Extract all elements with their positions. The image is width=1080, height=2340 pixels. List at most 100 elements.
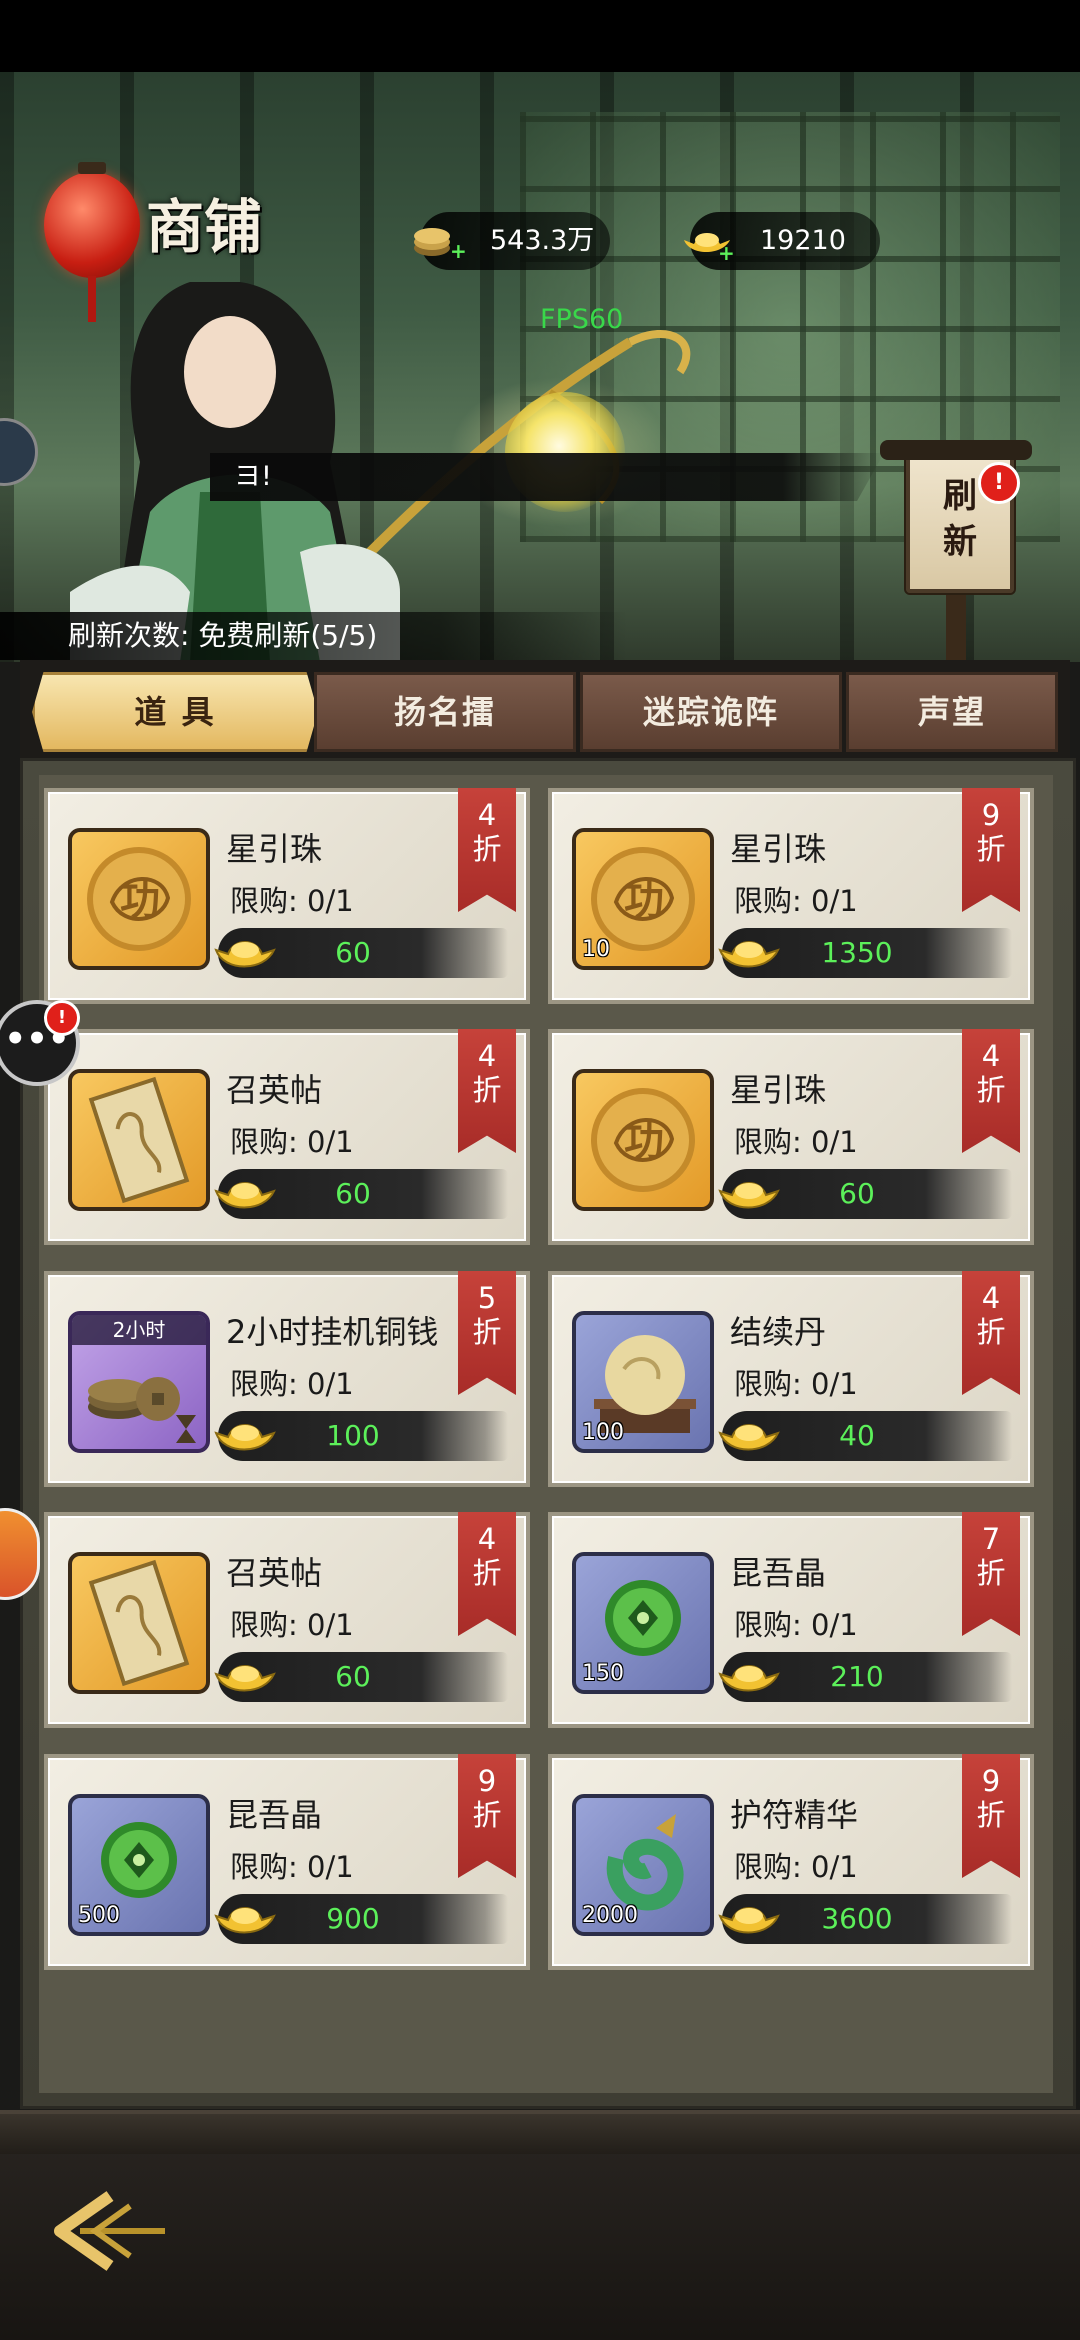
shop-item-card[interactable]: 100 结续丹 限购: 0/1 40 4 折 [548, 1271, 1034, 1487]
item-icon-frame[interactable]: 2小时 [68, 1311, 210, 1453]
gold-ingot-icon [718, 1424, 780, 1451]
discount-unit: 折 [976, 1073, 1006, 1107]
svg-text:功: 功 [624, 1119, 664, 1165]
discount-value: 7 [981, 1522, 1001, 1556]
shop-title: 商铺 [146, 193, 263, 261]
star-bead-icon: 功 [87, 847, 191, 951]
buy-price-button[interactable]: 60 [214, 1169, 508, 1219]
discount-unit: 折 [472, 1798, 502, 1832]
item-name: 昆吾晶 [226, 1796, 323, 1834]
back-arrow-icon[interactable] [50, 2186, 170, 2276]
item-name: 星引珠 [730, 1071, 827, 1109]
refresh-count: 刷新次数: 免费刷新(5/5) [0, 612, 628, 660]
sign-roof [880, 440, 1032, 460]
discount-ribbon: 9折 [458, 1754, 516, 1878]
svg-text:+: + [718, 241, 735, 262]
discount-unit: 折 [976, 832, 1006, 866]
discount-unit: 折 [472, 1315, 502, 1349]
buy-price-button[interactable]: 60 [214, 928, 508, 978]
discount-ribbon: 9折 [962, 1754, 1020, 1878]
item-icon-frame[interactable]: 100 [572, 1311, 714, 1453]
item-quantity: 10 [582, 937, 610, 962]
item-price: 210 [830, 1660, 884, 1693]
item-name: 星引珠 [226, 830, 323, 868]
tab-maze[interactable]: 迷踪诡阵 [580, 672, 842, 752]
buy-price-button[interactable]: 100 [214, 1411, 508, 1461]
item-quantity: 150 [582, 1661, 624, 1686]
buy-price-button[interactable]: 60 [718, 1169, 1012, 1219]
purchase-limit: 限购: 0/1 [230, 1367, 354, 1401]
status-bar [0, 0, 1080, 72]
shop-item-card[interactable]: 150 昆吾晶限购: 0/1 210 7 折 [548, 1512, 1034, 1728]
item-name: 护符精华 [730, 1796, 859, 1834]
sign-post [946, 590, 966, 664]
item-price: 40 [839, 1419, 875, 1452]
item-icon-frame[interactable]: 500 [68, 1794, 210, 1936]
shop-item-card[interactable]: 功 星引珠 限购: 0/1 60 4 折 [548, 1029, 1034, 1245]
item-icon-frame[interactable]: 功 [68, 828, 210, 970]
refresh-alert-badge: ! [978, 462, 1020, 504]
item-icon-frame[interactable] [68, 1552, 210, 1694]
discount-value: 9 [981, 1764, 1001, 1798]
purchase-limit: 限购: 0/1 [734, 1125, 858, 1159]
item-icon-frame[interactable]: 功 [572, 1069, 714, 1211]
item-price: 1350 [821, 936, 893, 969]
discount-value: 4 [477, 1039, 497, 1073]
discount-ribbon: 4折 [458, 1029, 516, 1153]
tab-items[interactable]: 道 具 [32, 672, 318, 752]
buy-price-button[interactable]: 1350 [718, 928, 1012, 978]
item-price: 100 [326, 1419, 380, 1452]
purchase-limit: 限购: 0/1 [734, 1608, 858, 1642]
item-icon-frame[interactable]: 2000 [572, 1794, 714, 1936]
item-price: 60 [839, 1177, 875, 1210]
item-name: 召英帖 [226, 1071, 323, 1109]
svg-text:+: + [450, 239, 466, 262]
shop-item-card[interactable]: 功 星引珠限购: 0/1 60 4 折 [44, 788, 530, 1004]
purchase-limit: 限购: 0/1 [230, 1125, 354, 1159]
shop-item-card[interactable]: 2小时 2小时挂机铜钱 限购: 0/1 100 5 折 [44, 1271, 530, 1487]
discount-unit: 折 [976, 1798, 1006, 1832]
buy-price-button[interactable]: 60 [214, 1652, 508, 1702]
discount-ribbon: 4折 [962, 1271, 1020, 1395]
item-price: 60 [335, 1660, 371, 1693]
ingot-balance[interactable]: + 19210 [684, 212, 880, 270]
item-price: 60 [335, 936, 371, 969]
gold-ingot-icon [214, 1665, 276, 1692]
discount-value: 5 [477, 1281, 497, 1315]
npc-speech-bubble: ヨ! [210, 453, 884, 501]
buy-price-button[interactable]: 210 [718, 1652, 1012, 1702]
item-price: 60 [335, 1177, 371, 1210]
item-name: 昆吾晶 [730, 1554, 827, 1592]
purchase-limit: 限购: 0/1 [734, 1850, 858, 1884]
buy-price-button[interactable]: 40 [718, 1411, 1012, 1461]
discount-unit: 折 [976, 1556, 1006, 1590]
gold-ingot-icon [214, 1424, 276, 1451]
gold-ingot-icon [718, 941, 780, 968]
shop-item-card[interactable]: 500 昆吾晶 限购: 0/1 900 9 折 [44, 1754, 530, 1970]
coin-balance[interactable]: + 543.3万 [414, 212, 610, 270]
purchase-limit: 限购: 0/1 [230, 1608, 354, 1642]
item-icon-frame[interactable]: 功 10 [572, 828, 714, 970]
svg-text:功: 功 [120, 878, 160, 924]
item-name: 召英帖 [226, 1554, 323, 1592]
shop-item-card[interactable]: 召英帖限购: 0/1 60 4 折 [44, 1512, 530, 1728]
discount-value: 9 [981, 798, 1001, 832]
tab-arena[interactable]: 扬名擂 [314, 672, 576, 752]
discount-ribbon: 4折 [458, 788, 516, 912]
item-icon-frame[interactable] [68, 1069, 210, 1211]
discount-ribbon: 4折 [458, 1512, 516, 1636]
item-name: 星引珠 [730, 830, 827, 868]
svg-text:功: 功 [624, 878, 664, 924]
item-icon-frame[interactable]: 150 [572, 1552, 714, 1694]
buy-price-button[interactable]: 900 [214, 1894, 508, 1944]
summon-ticket-icon [88, 1076, 190, 1204]
shop-item-card[interactable]: 功 10 星引珠 限购: 0/1 1350 9 折 [548, 788, 1034, 1004]
purchase-limit: 限购: 0/1 [230, 884, 354, 918]
shop-item-card[interactable]: 召英帖限购: 0/1 60 4 折 [44, 1029, 530, 1245]
shop-item-card[interactable]: 2000 护符精华限购: 0/1 3600 9 折 [548, 1754, 1034, 1970]
tab-reputation[interactable]: 声望 [846, 672, 1058, 752]
star-bead-icon: 功 [591, 1088, 695, 1192]
chat-alert-badge: ! [44, 1000, 80, 1036]
buy-price-button[interactable]: 3600 [718, 1894, 1012, 1944]
discount-unit: 折 [472, 1073, 502, 1107]
